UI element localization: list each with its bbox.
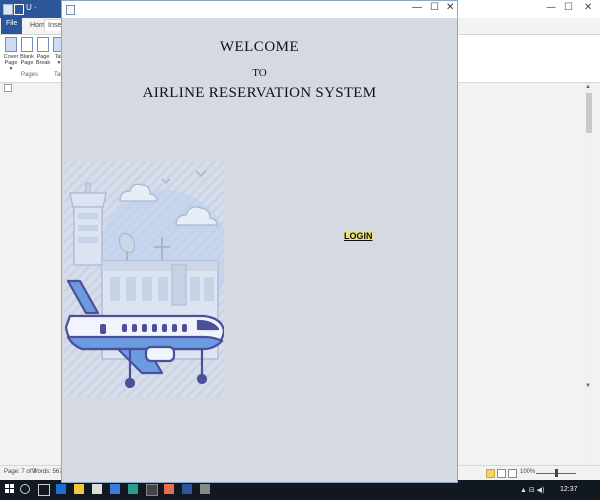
blank-page-icon — [21, 37, 33, 52]
app-icon-2[interactable] — [146, 484, 158, 496]
scroll-thumb[interactable] — [586, 93, 592, 133]
task-view-icon[interactable] — [38, 484, 50, 496]
mail-icon[interactable] — [110, 484, 120, 494]
app-icon-1[interactable] — [128, 484, 138, 494]
app-close-button[interactable]: ✕ — [446, 2, 454, 13]
word-close-button[interactable]: ✕ — [584, 2, 592, 13]
cover-page-icon — [5, 37, 17, 52]
edge-browser-icon[interactable] — [56, 484, 66, 494]
store-icon[interactable] — [92, 484, 102, 494]
page-break-button[interactable]: Page Break — [35, 37, 51, 66]
blank-page-button[interactable]: Blank Page — [19, 37, 35, 66]
file-explorer-icon[interactable] — [74, 484, 84, 494]
word-count[interactable]: Words: 567 — [32, 469, 63, 475]
table-label-2: ▾ — [57, 60, 61, 66]
search-icon[interactable] — [20, 484, 30, 494]
taskbar-clock[interactable]: 12:37 — [560, 486, 578, 493]
web-layout-icon[interactable] — [508, 469, 517, 478]
app-maximize-button[interactable]: ☐ — [430, 2, 439, 13]
system-tray[interactable]: ▲ ⊟ ◀) — [520, 486, 544, 494]
scroll-up-icon[interactable]: ▲ — [585, 84, 591, 90]
scroll-down-icon[interactable]: ▼ — [585, 383, 591, 389]
print-layout-icon[interactable] — [497, 469, 506, 478]
quick-access-undo[interactable]: U · — [26, 3, 37, 12]
tab-selector[interactable] — [4, 84, 12, 92]
zoom-slider-thumb[interactable] — [555, 469, 558, 477]
app-minimize-button[interactable]: — — [412, 2, 422, 13]
save-icon[interactable] — [14, 4, 24, 15]
system-title: AIRLINE RESERVATION SYSTEM — [142, 85, 377, 101]
app-window-icon — [66, 5, 75, 15]
zoom-level[interactable]: 100% — [520, 469, 535, 475]
airport-airplane-illustration — [64, 161, 224, 397]
read-mode-icon[interactable] — [486, 469, 495, 478]
cover-page-button[interactable]: Cover Page ▾ — [3, 37, 19, 72]
to-heading: TO — [252, 67, 267, 79]
word-vertical-scrollbar[interactable]: ▲ ▼ — [584, 83, 594, 463]
taskbar: ▲ ⊟ ◀) 12:37 — [0, 480, 600, 500]
tab-file[interactable]: File — [1, 18, 23, 34]
app-icon-3[interactable] — [164, 484, 174, 494]
word-taskbar-icon[interactable] — [182, 484, 192, 494]
cover-page-label-2: Page ▾ — [4, 60, 18, 72]
word-titlebar-controls: — ☐ ✕ — [458, 0, 600, 18]
page-break-label-2: Break — [35, 60, 51, 66]
app-icon-4[interactable] — [200, 484, 210, 494]
login-button[interactable]: LOGIN — [343, 231, 374, 241]
welcome-heading: WELCOME — [219, 39, 300, 55]
group-pages-label: Pages — [21, 72, 39, 78]
word-app-icon — [3, 4, 13, 15]
word-maximize-button[interactable]: ☐ — [564, 2, 573, 13]
app-titlebar: — ☐ ✕ — [62, 1, 457, 18]
word-minimize-button[interactable]: — — [546, 2, 556, 13]
page-break-icon — [37, 37, 49, 52]
airline-app-window: — ☐ ✕ WELCOME TO AIRLINE RESERVATION SYS… — [61, 0, 458, 483]
blank-page-label-2: Page — [20, 60, 34, 66]
